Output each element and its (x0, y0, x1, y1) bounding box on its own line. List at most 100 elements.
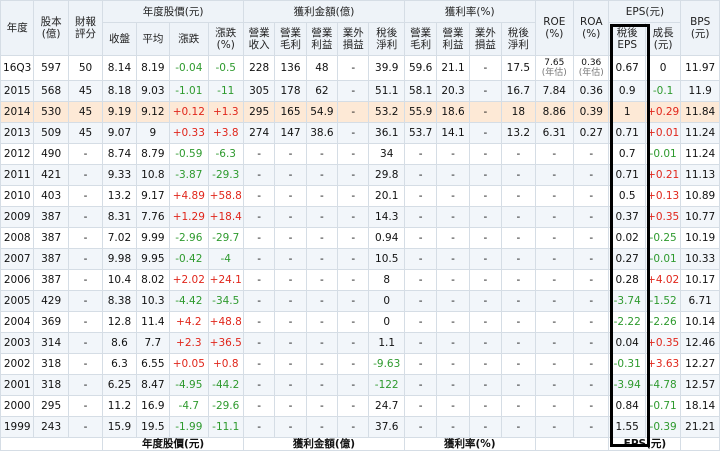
table-row[interactable]: 2009 387-8.31 7.76 +1.29 +18.4- - - -14.3- - - - - -… (0, 206, 720, 228)
cell-change: +0.12 (169, 101, 209, 123)
cell-op-income: - (305, 164, 339, 186)
cell-op-income: - (305, 206, 339, 228)
cell-eps: 0.04 (608, 332, 646, 354)
cell-change: -3.87 (169, 164, 209, 186)
col-header-non-op[interactable]: 業外 損益 (337, 22, 370, 56)
cell-net-margin: - (501, 311, 536, 333)
cell-gross-margin: - (403, 416, 438, 438)
cell-close: 8.31 (102, 206, 137, 228)
cell-rating: 45 (67, 80, 104, 102)
table-row[interactable]: 2008 387-7.02 9.99 -2.96 -29.7- - - -0.94- - - - - -… (0, 227, 720, 249)
col-header-rating[interactable]: 財報 評分 (67, 0, 104, 56)
table-row[interactable]: 2010 403-13.2 9.17 +4.89 +58.8- - - -20.1- - - - - -… (0, 185, 720, 207)
cell-roe: - (534, 164, 575, 186)
col-header-gross-margin[interactable]: 營業 毛利 (403, 22, 438, 56)
table-row[interactable]: 16Q3 597 50 8.14 8.19 -0.04 -0.5 228 136 48-39.9 5… (0, 55, 720, 81)
cell-eps: -3.74 (608, 290, 646, 312)
table-row[interactable]: 2011 421-9.33 10.8 -3.87 -29.3- - - -29.8- - - - - -… (0, 164, 720, 186)
col-header-eps[interactable]: 稅後 EPS (608, 22, 646, 56)
cell-revenue: 295 (242, 101, 276, 123)
cell-non-op: - (337, 374, 370, 396)
cell-eps: 0.71 (608, 164, 646, 186)
table-row[interactable]: 2013 509 45 9.07 9 +0.33 +3.8 274 147 38.6-36.1 53… (0, 122, 720, 144)
table-row[interactable]: 2012 490-8.74 8.79 -0.59 -6.3- - - -34- - - - - -0.7… (0, 143, 720, 165)
cell-year: 2006 (0, 269, 35, 291)
table-row[interactable]: 2007 387-9.98 9.95 -0.42 -4- - - -10.5- - - - - -0.2… (0, 248, 720, 270)
cell-revenue: 305 (242, 80, 276, 102)
cell-op-margin: - (436, 395, 470, 417)
col-header-non-op-margin[interactable]: 業外 損益 (468, 22, 503, 56)
cell-year: 2000 (0, 395, 35, 417)
cell-close: 9.07 (102, 122, 137, 144)
table-row[interactable]: 1999 243-15.9 19.5 -1.99 -11.1- - - -37.6- - - - - -… (0, 416, 720, 438)
cell-roe: - (534, 206, 575, 228)
cell-roa: - (573, 164, 610, 186)
col-header-change-pct[interactable]: 漲跌 (%) (207, 22, 244, 56)
col-header-avg[interactable]: 平均 (135, 22, 171, 56)
col-header-close[interactable]: 收盤 (102, 22, 137, 56)
table-row[interactable]: 2001 318-6.25 8.47 -4.95 -44.2- - - - -122- - - - - -… (0, 374, 720, 396)
cell-op-margin: - (436, 290, 470, 312)
cell-capital: 318 (33, 374, 69, 396)
col-header-roe[interactable]: ROE (%) (534, 0, 575, 56)
cell-net-margin: - (501, 416, 536, 438)
table-row[interactable]: 2014 530 45 9.19 9.12 +0.12 +1.3 295 165 54.9-53.… (0, 101, 720, 123)
table-row[interactable]: 2015 568 45 8.18 9.03 -1.01 -11 305 178 62-51.1 58… (0, 80, 720, 102)
cell-revenue: - (242, 290, 276, 312)
cell-bps: 11.84 (680, 101, 720, 123)
cell-close: 7.02 (102, 227, 137, 249)
table-row[interactable]: 2002 318-6.3 6.55 +0.05 +0.8- - - - -9.63- - - - - - -… (0, 353, 720, 375)
cell-close: 9.19 (102, 101, 137, 123)
cell-gross-profit: 178 (274, 80, 307, 102)
col-header-eps-growth[interactable]: 成長 (元) (644, 22, 682, 56)
col-header-change[interactable]: 漲跌 (169, 22, 209, 56)
table-row[interactable]: 2000 295-11.2 16.9 -4.7 -29.6- - - -24.7- - - - - -0… (0, 395, 720, 417)
cell-gross-margin: - (403, 248, 438, 270)
cell-bps: 10.77 (680, 206, 720, 228)
cell-rating: - (67, 206, 104, 228)
cell-gross-margin: - (403, 311, 438, 333)
table-row[interactable]: 2006 387-10.4 8.02 +2.02 +24.1- - - -8- - - - - -0.2… (0, 269, 720, 291)
cell-roa: - (573, 353, 610, 375)
cell-op-margin: - (436, 269, 470, 291)
col-header-bps[interactable]: BPS (元) (680, 0, 720, 56)
cell-op-income: - (305, 353, 339, 375)
cell-net-income: 0 (368, 290, 405, 312)
col-header-net-margin[interactable]: 稅後 淨利 (501, 22, 536, 56)
footer-label-price: 年度股價(元) (102, 437, 244, 451)
cell-year: 2003 (0, 332, 35, 354)
cell-op-income: - (305, 248, 339, 270)
col-header-capital[interactable]: 股本 (億) (33, 0, 69, 56)
cell-op-margin: - (436, 248, 470, 270)
cell-eps: 0.67 (608, 55, 646, 81)
cell-roe: 7.65 (年估) (534, 55, 575, 81)
col-header-op-income[interactable]: 營業 利益 (305, 22, 339, 56)
table-row[interactable]: 2003 314-8.6 7.7 +2.3 +36.5- - - -1.1- - - - - -0.04… (0, 332, 720, 354)
table-row[interactable]: 2004 369-12.8 11.4 +4.2 +48.8- - - -0- - - - - - -2.2… (0, 311, 720, 333)
cell-rating: - (67, 416, 104, 438)
col-header-net-income[interactable]: 稅後 淨利 (368, 22, 405, 56)
col-header-revenue[interactable]: 營業 收入 (242, 22, 276, 56)
cell-net-margin: 18 (501, 101, 536, 123)
cell-roa: 0.36 (年估) (573, 55, 610, 81)
col-header-op-margin[interactable]: 營業 利益 (436, 22, 470, 56)
cell-capital: 403 (33, 185, 69, 207)
cell-net-margin: - (501, 164, 536, 186)
col-header-year[interactable]: 年度 (0, 0, 35, 56)
cell-roe: 6.31 (534, 122, 575, 144)
col-header-roa[interactable]: ROA (%) (573, 0, 610, 56)
cell-non-op: - (337, 269, 370, 291)
cell-bps: 11.13 (680, 164, 720, 186)
cell-eps-growth: -0.01 (644, 143, 682, 165)
col-header-gross-profit[interactable]: 營業 毛利 (274, 22, 307, 56)
cell-change: +2.3 (169, 332, 209, 354)
table-row[interactable]: 2005 429-8.38 10.3 -4.42 -34.5- - - -0- - - - - - -3.… (0, 290, 720, 312)
cell-rating: 45 (67, 122, 104, 144)
cell-net-margin: - (501, 353, 536, 375)
cell-revenue: - (242, 374, 276, 396)
cell-eps: 0.9 (608, 80, 646, 102)
cell-net-margin: - (501, 185, 536, 207)
cell-net-margin: - (501, 269, 536, 291)
cell-net-income: 24.7 (368, 395, 405, 417)
cell-rating: 50 (67, 55, 104, 81)
